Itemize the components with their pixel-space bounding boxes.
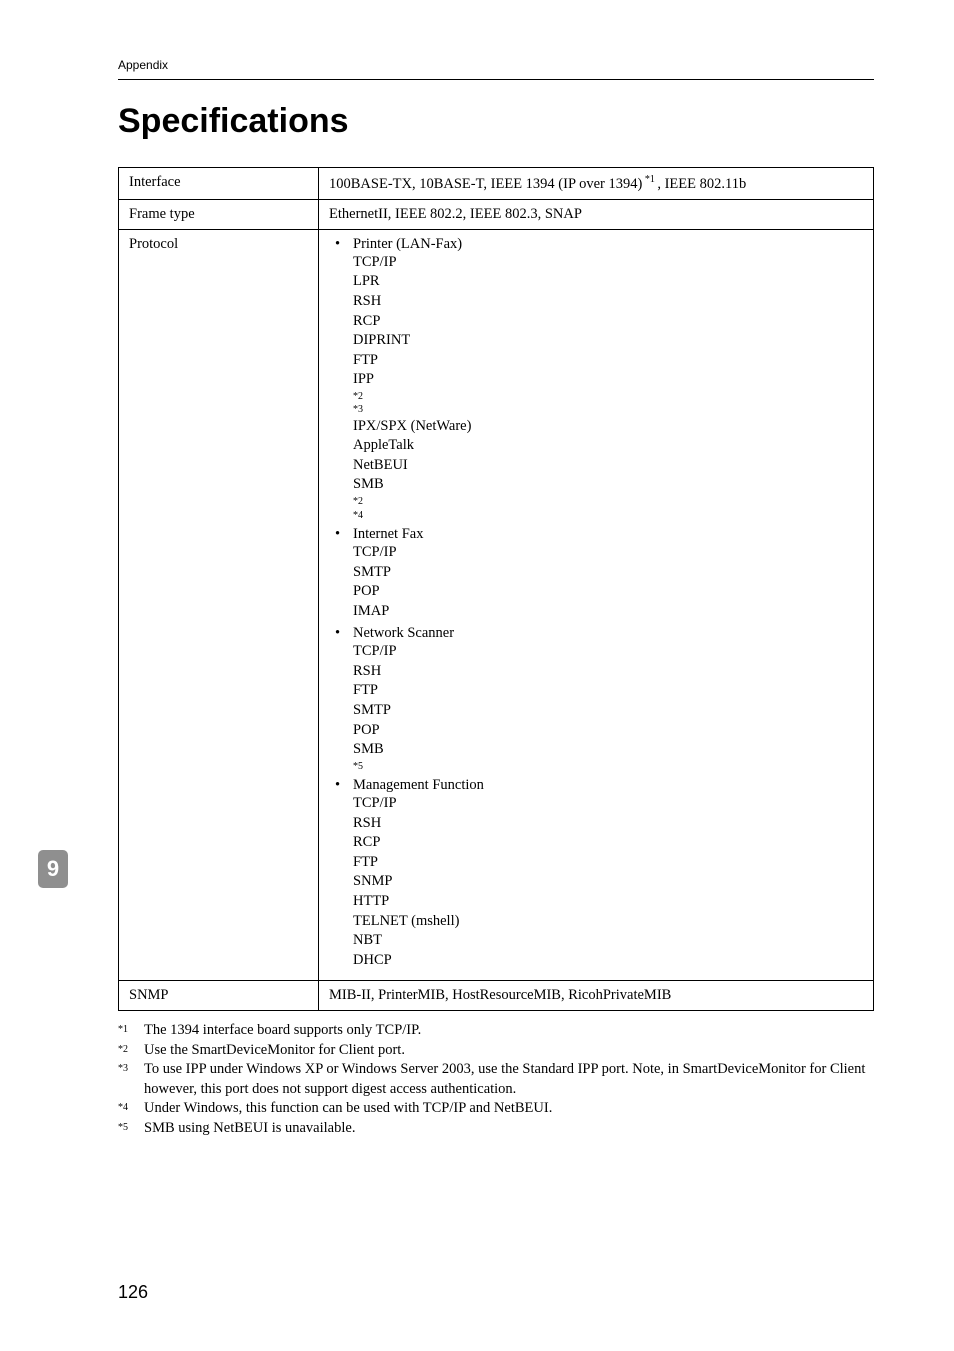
footnote: *5 SMB using NetBEUI is unavailable.	[118, 1119, 874, 1139]
footnotes: *1 The 1394 interface board supports only…	[118, 1021, 874, 1138]
protocol-group-title: Printer (LAN-Fax)	[353, 236, 462, 252]
interface-value-sup: *1	[642, 174, 657, 185]
protocol-line: NetBEUI	[353, 456, 863, 476]
footnote-mark: *4	[118, 1101, 128, 1115]
protocol-line: AppleTalk	[353, 436, 863, 456]
protocol-line: NBT	[353, 931, 863, 951]
protocol-group: Printer (LAN-Fax)TCP/IPLPRRSHRCPDIPRINTF…	[333, 236, 863, 522]
cell-protocol-label: Protocol	[119, 229, 319, 980]
table-row: Protocol Printer (LAN-Fax)TCP/IPLPRRSHRC…	[119, 229, 874, 980]
page-title: Specifications	[118, 102, 874, 141]
protocol-line: SMB *2 *4	[353, 475, 863, 522]
footnote-mark: *5	[118, 1121, 128, 1135]
footnote-text: To use IPP under Windows XP or Windows S…	[144, 1061, 865, 1097]
protocol-group-lines: TCP/IPRSHRCPFTPSNMPHTTPTELNET (mshell)NB…	[353, 794, 863, 970]
footnote-text: Under Windows, this function can be used…	[144, 1100, 552, 1116]
protocol-group: Management FunctionTCP/IPRSHRCPFTPSNMPHT…	[333, 777, 863, 970]
footnote: *3 To use IPP under Windows XP or Windows…	[118, 1060, 874, 1099]
protocol-group: Internet FaxTCP/IPSMTPPOPIMAP	[333, 526, 863, 621]
protocol-line: RSH	[353, 292, 863, 312]
footnote-text: Use the SmartDeviceMonitor for Client po…	[144, 1042, 405, 1058]
protocol-line: SNMP	[353, 872, 863, 892]
protocol-line: FTP	[353, 853, 863, 873]
footnote-mark: *2	[118, 1043, 128, 1057]
protocol-line: POP	[353, 721, 863, 741]
cell-interface-label: Interface	[119, 168, 319, 200]
protocol-group-lines: TCP/IPRSHFTPSMTPPOPSMB *5	[353, 642, 863, 773]
protocol-line: TELNET (mshell)	[353, 912, 863, 932]
protocol-group-lines: TCP/IPLPRRSHRCPDIPRINTFTPIPP *2 *3IPX/SP…	[353, 253, 863, 522]
protocol-line: TCP/IP	[353, 642, 863, 662]
footnote: *4 Under Windows, this function can be us…	[118, 1099, 874, 1119]
chapter-tab: 9	[38, 850, 68, 888]
protocol-group-title: Internet Fax	[353, 526, 423, 542]
protocol-line: TCP/IP	[353, 543, 863, 563]
protocol-group: Network ScannerTCP/IPRSHFTPSMTPPOPSMB *5	[333, 625, 863, 773]
protocol-line: RCP	[353, 833, 863, 853]
footnote-text: SMB using NetBEUI is unavailable.	[144, 1120, 355, 1136]
footnote: *2 Use the SmartDeviceMonitor for Client …	[118, 1041, 874, 1061]
table-row: Interface 100BASE-TX, 10BASE-T, IEEE 139…	[119, 168, 874, 200]
interface-value-prefix: 100BASE-TX, 10BASE-T, IEEE 1394 (IP over…	[329, 176, 642, 192]
protocol-line: DHCP	[353, 951, 863, 971]
protocol-line: HTTP	[353, 892, 863, 912]
protocol-line: TCP/IP	[353, 253, 863, 273]
protocol-line: TCP/IP	[353, 794, 863, 814]
section-label: Appendix	[118, 58, 874, 80]
table-row: Frame type EthernetII, IEEE 802.2, IEEE …	[119, 199, 874, 229]
cell-protocol-value: Printer (LAN-Fax)TCP/IPLPRRSHRCPDIPRINTF…	[319, 229, 874, 980]
protocol-group-title: Network Scanner	[353, 625, 454, 641]
specifications-table: Interface 100BASE-TX, 10BASE-T, IEEE 139…	[118, 167, 874, 1011]
protocol-line: RSH	[353, 814, 863, 834]
protocol-line: IPX/SPX (NetWare)	[353, 417, 863, 437]
protocol-line: FTP	[353, 681, 863, 701]
protocol-line: RSH	[353, 662, 863, 682]
protocol-line: FTP	[353, 351, 863, 371]
protocol-line: IPP *2 *3	[353, 370, 863, 417]
footnote: *1 The 1394 interface board supports only…	[118, 1021, 874, 1041]
protocol-line: IMAP	[353, 602, 863, 622]
footnote-text: The 1394 interface board supports only T…	[144, 1022, 421, 1038]
protocol-line: DIPRINT	[353, 331, 863, 351]
interface-value-suffix: , IEEE 802.11b	[657, 176, 746, 192]
cell-snmp-value: MIB-II, PrinterMIB, HostResourceMIB, Ric…	[319, 981, 874, 1011]
table-row: SNMP MIB-II, PrinterMIB, HostResourceMIB…	[119, 981, 874, 1011]
cell-frametype-label: Frame type	[119, 199, 319, 229]
footnote-mark: *3	[118, 1062, 128, 1076]
protocol-line: LPR	[353, 272, 863, 292]
protocol-list: Printer (LAN-Fax)TCP/IPLPRRSHRCPDIPRINTF…	[329, 236, 863, 970]
protocol-group-title: Management Function	[353, 777, 484, 793]
protocol-line: SMTP	[353, 701, 863, 721]
cell-frametype-value: EthernetII, IEEE 802.2, IEEE 802.3, SNAP	[319, 199, 874, 229]
protocol-line: SMB *5	[353, 740, 863, 773]
footnote-mark: *1	[118, 1023, 128, 1037]
cell-interface-value: 100BASE-TX, 10BASE-T, IEEE 1394 (IP over…	[319, 168, 874, 200]
page-number: 126	[118, 1282, 148, 1303]
protocol-line: SMTP	[353, 563, 863, 583]
protocol-line: RCP	[353, 312, 863, 332]
protocol-line: POP	[353, 582, 863, 602]
cell-snmp-label: SNMP	[119, 981, 319, 1011]
protocol-group-lines: TCP/IPSMTPPOPIMAP	[353, 543, 863, 621]
